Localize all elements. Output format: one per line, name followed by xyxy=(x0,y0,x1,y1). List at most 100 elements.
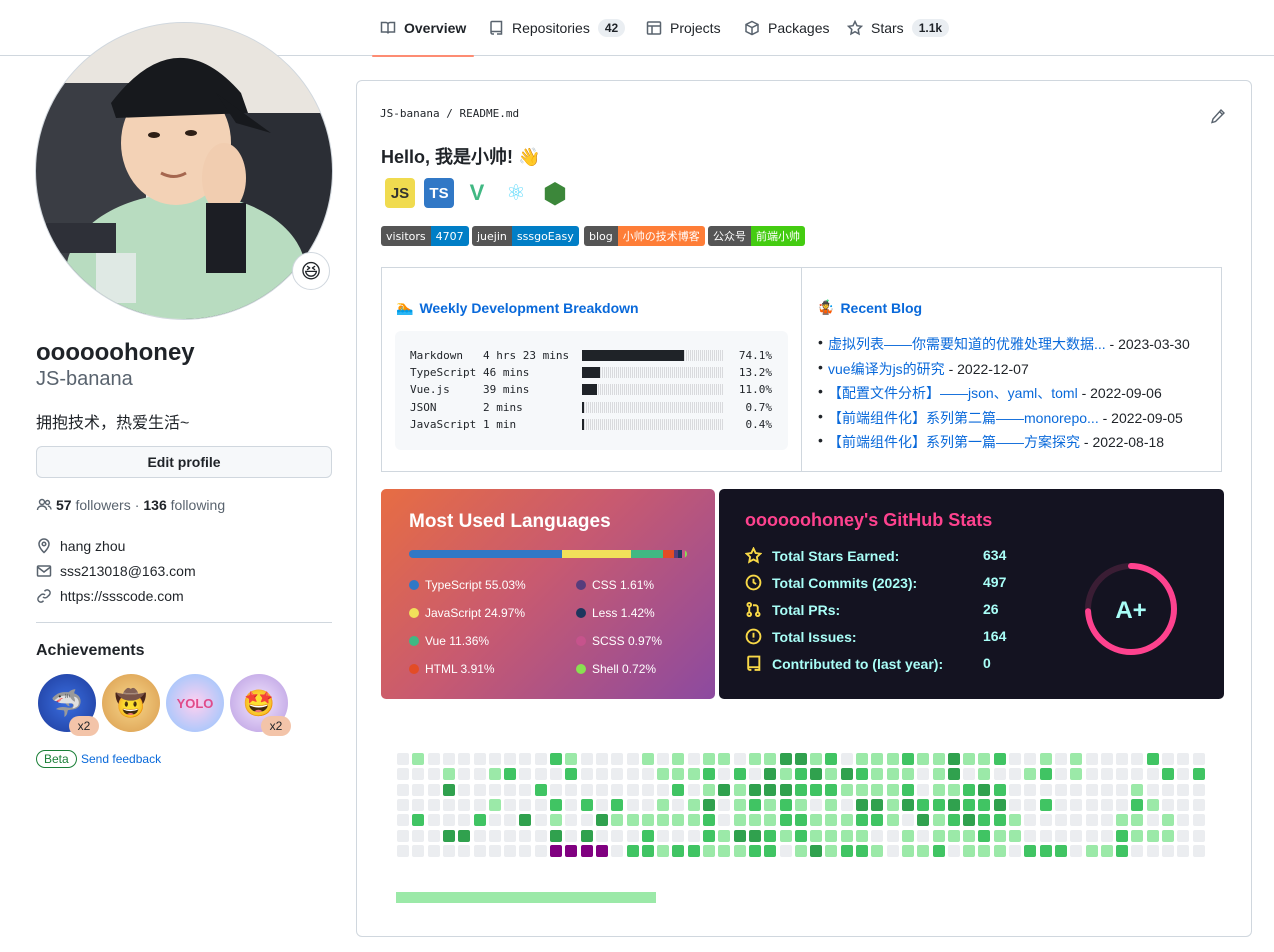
readme-file-link[interactable]: README.md xyxy=(459,107,519,120)
contribution-cell xyxy=(1024,753,1037,765)
people-icon xyxy=(36,498,52,511)
juejin-badge[interactable]: juejin sssgoEasy xyxy=(472,226,579,246)
blog-badge[interactable]: blog 小帅の技术博客 xyxy=(584,226,705,246)
weekly-bar-track xyxy=(582,402,724,413)
contribution-cell xyxy=(1054,844,1067,857)
snake-progress-bar xyxy=(396,892,656,903)
contribution-cell xyxy=(442,829,455,842)
contribution-cell xyxy=(595,798,608,811)
email-link[interactable]: sss213018@163.com xyxy=(60,563,196,579)
edit-profile-button[interactable]: Edit profile xyxy=(36,446,332,478)
blog-link[interactable]: 虚拟列表——你需要知道的优雅处理大数据... xyxy=(828,336,1106,352)
achievement-yolo[interactable]: YOLO xyxy=(166,674,224,732)
contribution-cell xyxy=(397,829,409,842)
contribution-cell xyxy=(993,814,1006,827)
readme-owner-link[interactable]: JS-banana xyxy=(380,107,440,120)
contribution-cell xyxy=(687,814,700,827)
contribution-cell xyxy=(397,753,409,765)
contribution-cell xyxy=(1100,829,1113,842)
tab-repositories[interactable]: Repositories 42 xyxy=(488,0,626,56)
wechat-badge[interactable]: 公众号 前端小帅 xyxy=(708,226,805,246)
contribution-cell xyxy=(703,814,715,827)
followers-link[interactable]: 57 followers xyxy=(56,497,131,513)
language-item: TypeScript 55.03% xyxy=(409,578,526,592)
tab-stars[interactable]: Stars 1.1k xyxy=(847,0,950,56)
contribution-cell xyxy=(534,844,547,857)
contribution-cell xyxy=(733,829,746,842)
contribution-cell xyxy=(825,814,838,827)
contribution-cell xyxy=(534,829,547,842)
recent-blog-title[interactable]: 🤹 Recent Blog xyxy=(817,299,922,316)
contribution-cell xyxy=(932,783,945,796)
contribution-cell xyxy=(1177,783,1190,796)
contribution-cell xyxy=(810,768,823,781)
contribution-cell xyxy=(871,768,884,781)
contribution-cell xyxy=(917,798,930,811)
contribution-cell xyxy=(1009,829,1021,842)
weekly-time-label: 4 hrs 23 mins xyxy=(483,349,570,362)
weekly-breakdown-title[interactable]: 🏊 Weekly Development Breakdown xyxy=(396,299,639,316)
language-dot xyxy=(409,664,419,674)
contribution-cell xyxy=(871,798,884,811)
visitors-badge[interactable]: visitors 4707 xyxy=(381,226,469,246)
blog-link[interactable]: 【前端组件化】系列第一篇——方案探究 xyxy=(828,434,1080,450)
contribution-cell xyxy=(565,844,578,857)
contribution-cell xyxy=(1177,814,1190,827)
contribution-cell xyxy=(657,798,670,811)
blog-link[interactable]: 【配置文件分析】——json、yaml、toml xyxy=(828,385,1078,401)
contribution-cell xyxy=(1116,798,1129,811)
pencil-icon[interactable] xyxy=(1210,108,1226,124)
contribution-cell xyxy=(565,753,578,765)
history-icon xyxy=(745,574,762,591)
avatar[interactable] xyxy=(35,22,333,320)
website-link[interactable]: https://ssscode.com xyxy=(60,588,184,604)
contribution-cell xyxy=(611,768,624,781)
contribution-cell xyxy=(932,829,945,842)
contribution-cell xyxy=(764,753,777,765)
contribution-cell xyxy=(764,829,777,842)
weekly-breakdown-label: Weekly Development Breakdown xyxy=(419,299,639,316)
achievement-cowboy[interactable]: 🤠 xyxy=(102,674,160,732)
status-emoji-button[interactable]: 😆 xyxy=(292,252,330,290)
contribution-cell xyxy=(657,829,670,842)
contribution-cell xyxy=(840,783,853,796)
contribution-cell xyxy=(611,798,624,811)
star-icon xyxy=(745,547,762,564)
contribution-cell xyxy=(580,783,593,796)
contribution-cell xyxy=(856,829,868,842)
blog-link[interactable]: vue编译为js的研究 xyxy=(828,361,945,377)
contribution-cell xyxy=(886,829,899,842)
tab-packages[interactable]: Packages xyxy=(744,0,829,56)
contribution-cell xyxy=(764,814,777,827)
achievements-title: Achievements xyxy=(36,642,145,659)
stat-value: 26 xyxy=(983,601,999,617)
tab-overview[interactable]: Overview xyxy=(371,0,475,57)
contribution-cell xyxy=(641,753,654,765)
readme-path-separator: / xyxy=(446,107,453,120)
contribution-cell xyxy=(779,768,792,781)
send-feedback-link[interactable]: Send feedback xyxy=(81,752,161,766)
contribution-cell xyxy=(1146,814,1159,827)
contribution-cell xyxy=(718,783,731,796)
contribution-cell xyxy=(473,829,486,842)
contribution-cell xyxy=(733,844,746,857)
contribution-cell xyxy=(764,783,777,796)
contribution-cell xyxy=(534,783,547,796)
blog-date: - 2022-12-07 xyxy=(944,361,1029,377)
shark-icon: 🦈 xyxy=(50,687,84,718)
contribution-cell xyxy=(672,829,685,842)
contribution-cell xyxy=(442,814,455,827)
contribution-cell xyxy=(565,829,578,842)
contribution-cell xyxy=(1085,753,1098,765)
contribution-cell xyxy=(657,768,670,781)
contribution-cell xyxy=(550,844,562,857)
contribution-cell xyxy=(733,783,746,796)
contribution-cell xyxy=(901,798,914,811)
following-link[interactable]: 136 following xyxy=(143,497,225,513)
contribution-cell xyxy=(687,753,700,765)
contribution-cell xyxy=(703,768,715,781)
tab-projects[interactable]: Projects xyxy=(646,0,721,56)
avatar-photo xyxy=(36,23,332,319)
blog-link[interactable]: 【前端组件化】系列第二篇——monorepo... xyxy=(828,410,1099,426)
contribution-cell xyxy=(488,768,501,781)
